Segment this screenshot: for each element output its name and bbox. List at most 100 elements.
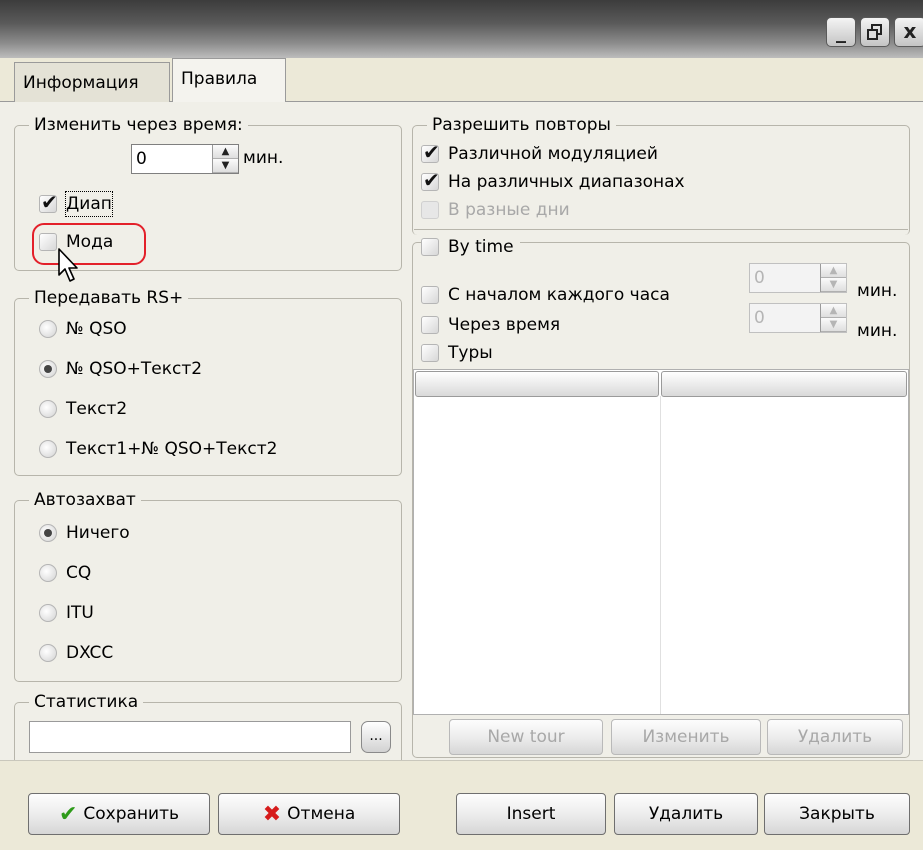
insert-button[interactable]: Insert [456, 793, 606, 835]
restore-icon [867, 24, 882, 40]
send-rs-option-text2[interactable]: Текст2 [39, 397, 127, 421]
autocapture-radio-itu[interactable] [39, 604, 57, 622]
send-rs-option-qso[interactable]: № QSO [39, 317, 127, 341]
statistics-group: Статистика ... [14, 691, 402, 760]
tours-checkbox[interactable] [421, 344, 439, 362]
new-tour-button: New tour [449, 719, 603, 755]
hourly-label: С началом каждого часа [448, 285, 670, 305]
spin-up-icon: ▲ [821, 304, 846, 318]
autocapture-radio-dxcc[interactable] [39, 644, 57, 662]
allow-repeats-legend: Разрешить повторы [427, 114, 616, 136]
repeat-days-checkbox [421, 201, 439, 219]
tab-rules[interactable]: Правила [172, 58, 286, 102]
send-rs-radio-qso-text2[interactable] [39, 360, 57, 378]
tours-row[interactable]: Туры [421, 341, 493, 365]
autocapture-option-label: ITU [66, 603, 94, 623]
footer-bar: ✔ Сохранить ✖ Отмена Insert Удалить Закр… [0, 760, 923, 850]
autocapture-legend: Автозахват [29, 489, 141, 511]
repeat-modulation-checkbox[interactable] [421, 140, 440, 164]
spin-up-icon[interactable]: ▲ [213, 145, 238, 159]
send-rs-option-label: Текст1+№ QSO+Текст2 [66, 439, 278, 459]
by-time-checkbox[interactable] [421, 238, 439, 256]
repeat-option-label: В разные дни [448, 200, 570, 220]
delete-button[interactable]: Удалить [614, 793, 758, 835]
hourly-minutes-value: 0 [754, 268, 765, 288]
change-minutes-value: 0 [136, 149, 147, 169]
tours-column-divider [660, 396, 661, 714]
autocapture-radio-nothing[interactable] [39, 524, 57, 542]
delete-tour-button: Удалить [767, 719, 903, 755]
change-after-time-legend: Изменить через время: [29, 114, 248, 136]
tours-column-header-1[interactable] [415, 371, 659, 397]
send-rs-radio-text2[interactable] [39, 400, 57, 418]
spin-down-icon[interactable]: ▼ [213, 159, 238, 173]
repeats-divider [414, 229, 908, 230]
tours-label: Туры [448, 343, 493, 363]
statistics-input[interactable] [29, 721, 351, 753]
repeat-option-label: На различных диапазонах [448, 172, 685, 192]
cancel-x-icon: ✖ [262, 801, 282, 827]
mouse-cursor-icon [58, 248, 78, 282]
send-rs-option-label: Текст2 [66, 399, 128, 419]
band-checkbox-row[interactable]: Диап [39, 190, 113, 217]
tours-list[interactable] [413, 369, 909, 715]
tab-information[interactable]: Информация [14, 62, 170, 102]
autocapture-option-label: CQ [66, 563, 92, 583]
send-rs-radio-text1-qso-text2[interactable] [39, 440, 57, 458]
hourly-checkbox[interactable] [421, 286, 439, 304]
cancel-label: Отмена [287, 804, 356, 824]
window-titlebar: _ x [0, 0, 923, 58]
repeat-bands-row[interactable]: На различных диапазонах [421, 168, 685, 194]
send-rs-option-qso-text2[interactable]: № QSO+Текст2 [39, 357, 202, 381]
spin-down-icon: ▼ [821, 318, 846, 332]
repeat-bands-checkbox[interactable] [421, 168, 440, 192]
save-button[interactable]: ✔ Сохранить [28, 793, 210, 835]
repeat-option-label: Различной модуляцией [448, 144, 658, 164]
repeat-days-row: В разные дни [421, 198, 570, 222]
close-window-button[interactable]: x [894, 17, 923, 47]
send-rs-legend: Передавать RS+ [29, 287, 189, 309]
by-time-group: By time С началом каждого часа Через вре… [412, 235, 910, 758]
checkmark-icon: ✔ [58, 801, 78, 827]
after-minutes-spinner: 0 ▲ ▼ [749, 303, 847, 333]
after-time-checkbox[interactable] [421, 316, 439, 334]
band-checkbox[interactable] [39, 190, 58, 214]
hourly-row[interactable]: С началом каждого часа [421, 283, 670, 307]
change-minutes-spinner[interactable]: 0 ▲ ▼ [131, 144, 239, 174]
cancel-button[interactable]: ✖ Отмена [218, 793, 400, 835]
restore-button[interactable] [860, 17, 890, 47]
by-time-row[interactable]: By time [421, 235, 520, 259]
hourly-unit: мин. [857, 281, 898, 301]
band-label: Диап [65, 191, 113, 217]
autocapture-radio-cq[interactable] [39, 564, 57, 582]
autocapture-option-cq[interactable]: CQ [39, 561, 91, 585]
spin-down-icon: ▼ [821, 278, 846, 292]
autocapture-option-nothing[interactable]: Ничего [39, 521, 130, 545]
after-time-label: Через время [448, 315, 561, 335]
repeat-modulation-row[interactable]: Различной модуляцией [421, 140, 658, 166]
save-label: Сохранить [83, 804, 180, 824]
autocapture-option-dxcc[interactable]: DXCC [39, 641, 113, 665]
tours-column-header-2[interactable] [661, 371, 907, 397]
mode-highlight-annotation [32, 223, 146, 265]
close-button[interactable]: Закрыть [764, 793, 910, 835]
autocapture-option-label: DXCC [66, 643, 114, 663]
edit-tour-button: Изменить [611, 719, 761, 755]
minimize-button[interactable]: _ [826, 17, 856, 47]
after-unit: мин. [857, 321, 898, 341]
by-time-label: By time [448, 237, 514, 257]
after-minutes-value: 0 [754, 308, 765, 328]
allow-repeats-group: Разрешить повторы Различной модуляцией Н… [412, 114, 910, 235]
send-rs-group: Передавать RS+ № QSO № QSO+Текст2 Текст2… [14, 287, 402, 476]
send-rs-option-label: № QSO [66, 319, 127, 339]
send-rs-radio-qso[interactable] [39, 320, 57, 338]
hourly-minutes-spinner: 0 ▲ ▼ [749, 263, 847, 293]
statistics-browse-button[interactable]: ... [361, 721, 391, 753]
spin-up-icon: ▲ [821, 264, 846, 278]
send-rs-option-text1-qso-text2[interactable]: Текст1+№ QSO+Текст2 [39, 437, 277, 461]
after-time-row[interactable]: Через время [421, 313, 560, 337]
rules-panel: Изменить через время: 0 ▲ ▼ мин. Диап Мо… [0, 102, 923, 760]
autocapture-option-itu[interactable]: ITU [39, 601, 94, 625]
autocapture-group: Автозахват Ничего CQ ITU DXCC [14, 489, 402, 682]
autocapture-option-label: Ничего [66, 523, 130, 543]
